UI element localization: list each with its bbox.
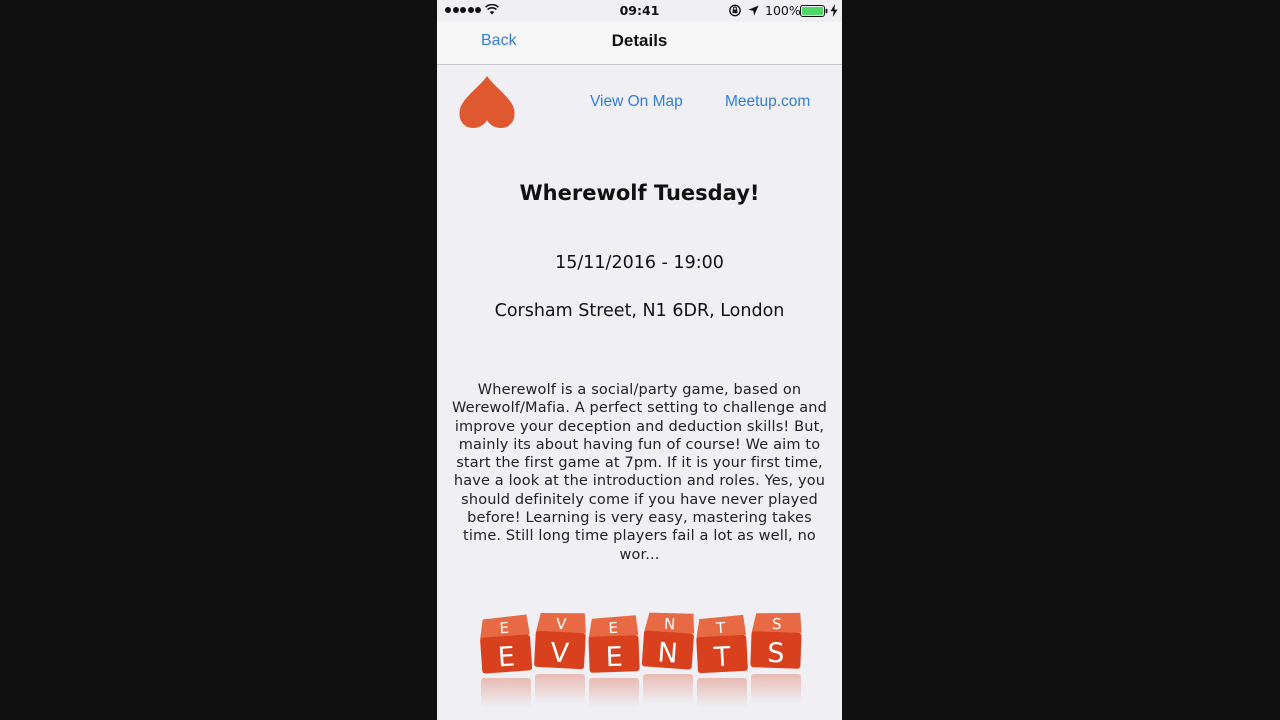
status-bar: 09:41 100% [437,0,842,22]
dice-top-letter: N [663,615,675,634]
dice-front-letter: S [767,638,785,670]
phone-screen: 09:41 100% Back Details View On Map Meet… [437,0,842,720]
dice-reflection [535,674,585,704]
dice-cube: TT [696,614,748,674]
dice-cube: NN [641,612,695,670]
dice-reflection [589,678,639,708]
event-location: Corsham Street, N1 6DR, London [494,301,785,321]
orientation-lock-icon [729,4,741,17]
charging-bolt-icon [830,4,838,17]
dice-reflection [481,678,531,708]
heart-logo-icon [459,76,515,128]
dice-front-letter: V [550,638,571,670]
dice-front-letter: N [656,637,678,669]
dice-top-letter: E [499,619,510,638]
dice-front-letter: T [712,642,732,674]
location-arrow-icon [748,5,759,16]
dice-cube: SS [750,612,802,670]
dice-front-letter: E [497,641,516,673]
dice-cube: VV [534,612,586,670]
dice-top-letter: T [715,619,727,638]
battery-percentage: 100% [765,3,801,18]
dice-cube: EE [480,614,533,674]
dice-reflection [751,674,801,704]
dice-top-letter: E [608,619,618,637]
dice-top-letter: V [556,615,568,634]
event-title: Wherewolf Tuesday! [519,181,760,205]
nav-title: Details [611,31,668,50]
dice-reflection [643,674,693,704]
view-on-map-link[interactable]: View On Map [590,93,683,111]
event-datetime: 15/11/2016 - 19:00 [555,253,724,273]
dice-top-letter: S [772,615,782,633]
battery-icon [800,5,828,17]
navigation-bar: Back Details [437,22,842,65]
meetup-link[interactable]: Meetup.com [725,93,810,111]
dice-cube: EE [588,615,640,674]
event-description: Wherewolf is a social/party game, based … [451,382,828,563]
dice-reflection [697,678,747,708]
dice-front-letter: E [605,642,623,674]
events-dice-image: EEVVEENNTTSS [480,612,802,708]
